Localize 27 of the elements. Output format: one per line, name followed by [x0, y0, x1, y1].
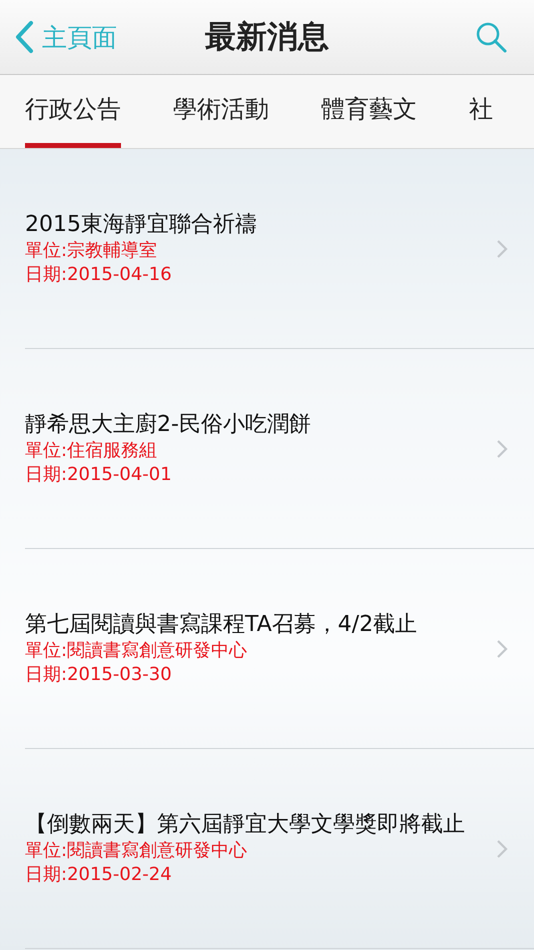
- tab[interactable]: 社: [469, 75, 493, 148]
- news-unit: 單位:閱讀書寫創意研發中心: [25, 838, 248, 862]
- news-title: 2015東海靜宜聯合祈禱: [25, 210, 257, 238]
- chevron-icon: [496, 438, 508, 458]
- news-item[interactable]: 第七屆閱讀與書寫課程TA召募，4/2截止 單位:閱讀書寫創意研發中心 日期:2015-03-30: [25, 549, 534, 749]
- chevron-icon: [496, 238, 508, 258]
- tab[interactable]: 體育藝文: [321, 75, 417, 148]
- back-chevron-icon: [14, 20, 34, 54]
- news-title: 第七屆閱讀與書寫課程TA召募，4/2截止: [25, 610, 418, 638]
- news-title: 【倒數兩天】第六屆靜宜大學文學獎即將截止: [25, 810, 465, 838]
- search-icon[interactable]: [474, 20, 508, 54]
- news-item[interactable]: 靜希思大主廚2-民俗小吃潤餅 單位:住宿服務組 日期:2015-04-01: [25, 349, 534, 549]
- tab[interactable]: 行政公告: [25, 75, 121, 148]
- news-unit: 單位:宗教輔導室: [25, 238, 158, 262]
- news-title: 靜希思大主廚2-民俗小吃潤餅: [25, 410, 311, 438]
- news-date: 日期:2015-03-30: [25, 662, 172, 686]
- chevron-icon: [496, 838, 508, 858]
- news-date: 日期:2015-04-16: [25, 262, 172, 286]
- news-item[interactable]: 【倒數兩天】第六屆靜宜大學文學獎即將截止 單位:閱讀書寫創意研發中心 日期:2015-02-24: [25, 749, 534, 949]
- chevron-icon: [496, 638, 508, 658]
- news-unit: 單位:住宿服務組: [25, 438, 158, 462]
- news-date: 日期:2015-02-24: [25, 862, 172, 886]
- news-item[interactable]: 2015東海靜宜聯合祈禱 單位:宗教輔導室 日期:2015-04-16: [25, 149, 534, 349]
- page-title: 最新消息: [205, 18, 329, 57]
- news-date: 日期:2015-04-01: [25, 462, 172, 486]
- news-unit: 單位:閱讀書寫創意研發中心: [25, 638, 248, 662]
- tab[interactable]: 學術活動: [173, 75, 269, 148]
